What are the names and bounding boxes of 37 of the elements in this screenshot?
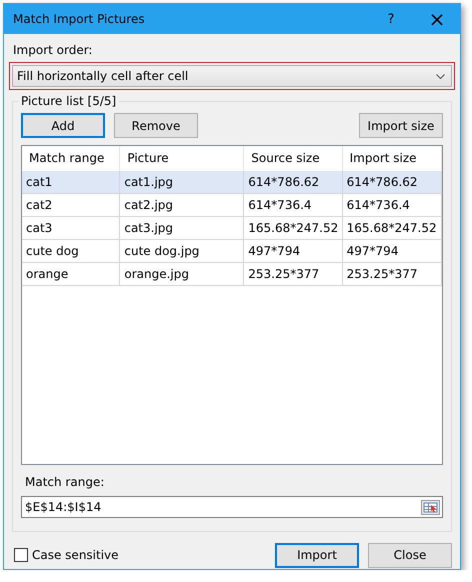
table-cell[interactable]: 614*736.4 xyxy=(342,194,442,217)
dialog-button[interactable]: Close xyxy=(368,542,452,568)
close-button[interactable]: × xyxy=(414,4,460,34)
group-title: Picture list [5/5] xyxy=(18,94,120,108)
table-cell[interactable]: orange xyxy=(22,263,120,286)
table-cell[interactable]: cat3 xyxy=(22,217,120,240)
table-cell[interactable]: 614*786.62 xyxy=(342,171,442,194)
toolbar-button[interactable]: Add xyxy=(21,113,105,138)
table-cell[interactable]: 497*794 xyxy=(244,240,343,263)
field-label: Match range: xyxy=(24,474,106,491)
checkbox-label[interactable]: Case sensitive xyxy=(32,548,119,562)
import-order-dropdown[interactable]: Fill horizontally cell after cell xyxy=(12,65,452,87)
toolbar-button[interactable]: Import size xyxy=(359,113,443,138)
help-button[interactable]: ? xyxy=(368,4,414,34)
table-cell[interactable]: 614*736.4 xyxy=(244,194,343,217)
table-cell[interactable]: cute dog xyxy=(22,240,120,263)
table-cell[interactable]: cat3.jpg xyxy=(120,217,244,240)
range-select-icon[interactable] xyxy=(421,500,440,514)
dialog-button[interactable]: Import xyxy=(275,542,359,568)
table-cell[interactable]: cute dog.jpg xyxy=(120,240,244,263)
table-cell[interactable]: 253.25*377 xyxy=(244,263,343,286)
toolbar-button[interactable]: Remove xyxy=(114,113,198,138)
table-cell[interactable]: 165.68*247.52 xyxy=(244,217,343,240)
match-range-field[interactable]: $E$14:$I$14 xyxy=(21,496,443,518)
table-cell[interactable]: orange.jpg xyxy=(120,263,244,286)
table-cell[interactable]: cat2.jpg xyxy=(120,194,244,217)
table-cell[interactable]: 253.25*377 xyxy=(342,263,442,286)
table-cell[interactable]: cat1.jpg xyxy=(120,171,244,194)
chevron-down-icon xyxy=(436,74,445,78)
checkbox[interactable] xyxy=(14,548,28,562)
table-cell[interactable]: 614*786.62 xyxy=(244,171,343,194)
table-cell[interactable]: cat2 xyxy=(22,194,120,217)
table-cell[interactable]: cat1 xyxy=(22,171,120,194)
window-title: Match Import Pictures xyxy=(13,12,146,26)
table-cell[interactable]: 165.68*247.52 xyxy=(342,217,442,240)
field-label: Import order: xyxy=(12,42,94,59)
table-cell[interactable]: 497*794 xyxy=(342,240,442,263)
